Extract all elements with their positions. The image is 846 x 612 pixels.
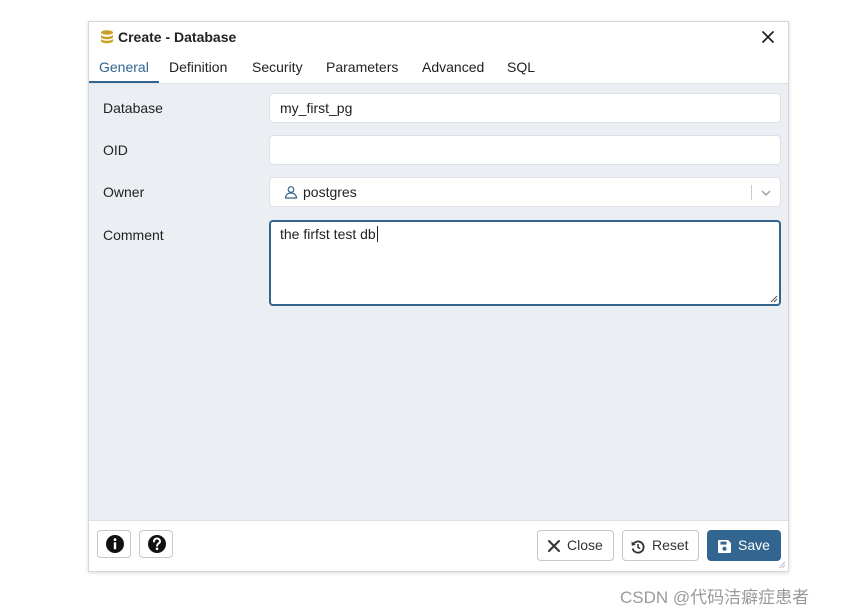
tab-advanced[interactable]: Advanced: [412, 53, 494, 83]
chevron-down-icon[interactable]: [760, 187, 772, 199]
info-button[interactable]: [97, 530, 131, 558]
reset-button[interactable]: Reset: [622, 530, 699, 561]
oid-label: OID: [103, 142, 128, 158]
dialog-title: Create - Database: [118, 29, 237, 45]
tab-general[interactable]: General: [89, 53, 159, 83]
database-name-input[interactable]: my_first_pg: [269, 93, 781, 123]
save-button[interactable]: Save: [707, 530, 781, 561]
help-button[interactable]: [139, 530, 173, 558]
reset-button-label: Reset: [652, 537, 689, 553]
oid-input[interactable]: [269, 135, 781, 165]
tab-bar: General Definition Security Parameters A…: [89, 53, 788, 84]
owner-select[interactable]: postgres: [269, 177, 781, 207]
dialog-footer: Close Reset Save: [89, 520, 788, 571]
comment-textarea[interactable]: the firfst test db: [269, 220, 781, 306]
tab-sql[interactable]: SQL: [497, 53, 545, 83]
close-icon[interactable]: [760, 29, 776, 45]
comment-text: the firfst test db: [280, 226, 376, 242]
info-icon: [106, 535, 124, 553]
save-icon: [718, 540, 731, 553]
reset-icon: [631, 540, 645, 554]
create-database-dialog: Create - Database General Definition Sec…: [88, 21, 789, 572]
resize-handle-icon[interactable]: [770, 295, 778, 303]
tab-definition[interactable]: Definition: [159, 53, 237, 83]
owner-label: Owner: [103, 184, 145, 200]
dialog-titlebar[interactable]: Create - Database: [89, 22, 788, 54]
database-label: Database: [103, 100, 163, 116]
comment-label: Comment: [103, 227, 164, 243]
help-icon: [148, 535, 166, 553]
select-separator: [751, 185, 752, 200]
tab-parameters[interactable]: Parameters: [316, 53, 408, 83]
watermark: CSDN @代码洁癖症患者: [620, 588, 810, 607]
user-icon: [284, 186, 298, 199]
tab-security[interactable]: Security: [242, 53, 313, 83]
dialog-resize-icon[interactable]: [778, 561, 786, 569]
close-button-label: Close: [567, 537, 603, 553]
database-icon: [101, 30, 113, 44]
general-form: Database my_first_pg OID Owner postgres …: [89, 84, 788, 521]
owner-value: postgres: [303, 184, 357, 200]
save-button-label: Save: [738, 537, 770, 553]
x-icon: [548, 540, 560, 552]
text-caret: [376, 226, 378, 242]
close-button[interactable]: Close: [537, 530, 614, 561]
